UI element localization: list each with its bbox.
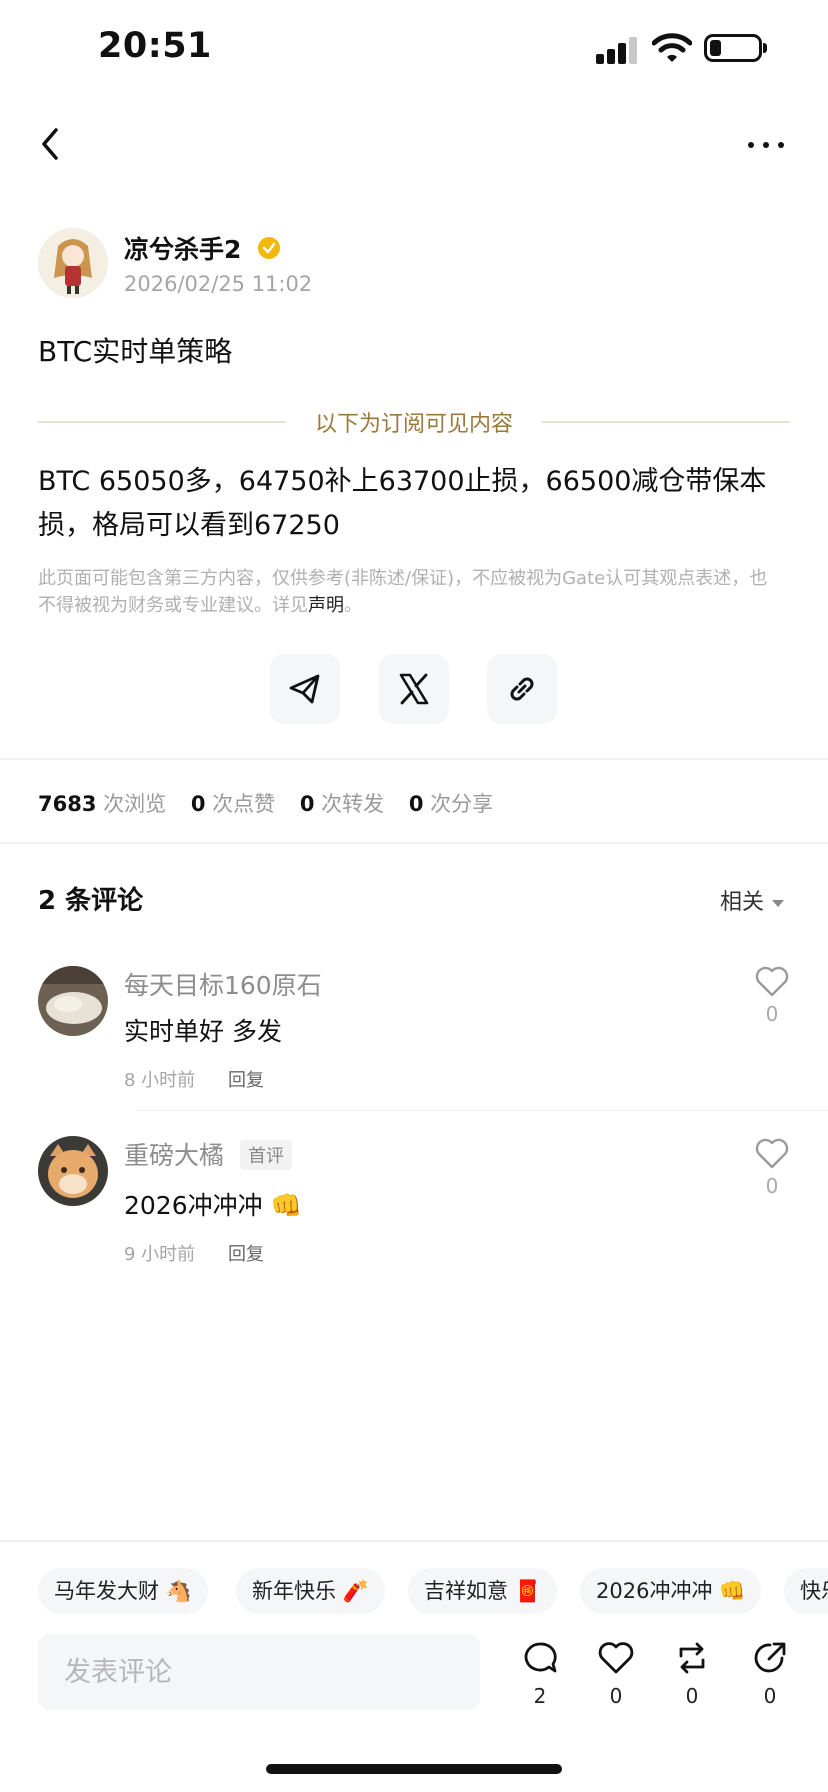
link-icon — [510, 677, 534, 701]
first-comment-badge: 首评 — [240, 1140, 292, 1170]
comment-input[interactable] — [38, 1634, 480, 1710]
author-name[interactable]: 凉兮杀手2 — [124, 230, 241, 266]
heart-icon[interactable] — [754, 964, 790, 998]
post-detail-page: 20:51 凉兮杀手2 2026/02/25 11:02 BTC实时单策略 以下… — [0, 0, 828, 1792]
quick-reply-chip[interactable]: 马年发大财 🐴 — [38, 1568, 208, 1614]
comment-reply-button[interactable]: 回复 — [228, 1240, 264, 1266]
comments-title: 2 条评论 — [38, 886, 144, 916]
author-avatar-image — [38, 228, 108, 298]
shares-label: 次分享 — [430, 792, 494, 816]
comments-sort-dropdown[interactable]: 相关 — [720, 884, 785, 916]
chevron-left-icon — [42, 128, 58, 160]
status-bar: 20:51 — [0, 0, 828, 100]
post-title: BTC实时单策略 — [38, 335, 233, 368]
quick-reply-chip[interactable]: 快乐 — [784, 1568, 828, 1614]
verified-badge-icon — [258, 237, 280, 259]
comment-reply-button[interactable]: 回复 — [228, 1066, 264, 1092]
comment-time: 9 小时前 — [124, 1244, 196, 1265]
disclaimer-link[interactable]: 声明 — [308, 595, 344, 616]
signal-icon — [596, 36, 638, 64]
x-icon — [399, 673, 429, 705]
comment-text: 2026冲冲冲 👊 — [124, 1191, 302, 1220]
status-time: 20:51 — [98, 26, 212, 66]
caret-down-icon — [772, 899, 785, 907]
share-count: 0 — [763, 1684, 777, 1708]
disclaimer-text: 此页面可能包含第三方内容，仅供参考(非陈述/保证)，不应被视为Gate认可其观点… — [38, 568, 768, 616]
likes-count: 0 — [190, 792, 206, 816]
author-avatar[interactable] — [38, 228, 108, 298]
reposts-label: 次转发 — [321, 792, 385, 816]
comment-avatar-image — [38, 1136, 108, 1206]
shares-count: 0 — [408, 792, 424, 816]
comment-like-count: 0 — [765, 1002, 779, 1026]
comment-action-button[interactable]: 2 — [518, 1640, 562, 1714]
comment-time: 8 小时前 — [124, 1070, 196, 1091]
repost-count: 0 — [685, 1684, 699, 1708]
disclaimer-end: 。 — [344, 595, 362, 616]
telegram-icon — [289, 674, 320, 704]
quick-reply-chip[interactable]: 吉祥如意 🧧 — [408, 1568, 557, 1614]
sort-label: 相关 — [720, 890, 765, 915]
comment-count: 2 — [533, 1684, 547, 1708]
comment-separator — [136, 1110, 828, 1111]
comment-text: 实时单好 多发 — [124, 1017, 282, 1046]
share-x-button[interactable] — [379, 654, 449, 724]
heart-icon — [598, 1642, 634, 1674]
comment-author[interactable]: 重磅大橘 — [124, 1136, 224, 1172]
disclaimer: 此页面可能包含第三方内容，仅供参考(非陈述/保证)，不应被视为Gate认可其观点… — [38, 565, 778, 619]
section-separator — [0, 758, 828, 760]
like-action-button[interactable]: 0 — [594, 1640, 638, 1714]
post-body: BTC 65050多，64750补上63700止损，66500减仓带保本损，格局… — [38, 466, 767, 541]
bottom-separator — [0, 1540, 828, 1542]
divider-line-right — [542, 421, 790, 423]
back-button[interactable] — [36, 124, 68, 164]
repost-action-button[interactable]: 0 — [670, 1640, 714, 1714]
likes-label: 次点赞 — [212, 792, 276, 816]
views-label: 次浏览 — [103, 792, 167, 816]
section-separator — [0, 842, 828, 844]
share-link-button[interactable] — [487, 654, 557, 724]
reposts-count: 0 — [299, 792, 315, 816]
comment-avatar[interactable] — [38, 966, 108, 1036]
quick-reply-chip[interactable]: 2026冲冲冲 👊 — [580, 1568, 762, 1614]
battery-tip — [763, 43, 767, 53]
like-count: 0 — [609, 1684, 623, 1708]
post-stats: 7683 次浏览 0 次点赞 0 次转发 0 次分享 — [38, 788, 511, 818]
battery-icon — [704, 34, 762, 62]
more-icon — [748, 142, 754, 148]
home-indicator — [266, 1764, 562, 1774]
more-button[interactable] — [744, 130, 788, 160]
wifi-icon — [652, 33, 692, 62]
comment-author[interactable]: 每天目标160原石 — [124, 966, 322, 1002]
quick-reply-chip[interactable]: 新年快乐 🧨 — [236, 1568, 385, 1614]
share-action-button[interactable]: 0 — [748, 1640, 792, 1714]
heart-icon[interactable] — [754, 1136, 790, 1170]
repost-icon — [679, 1642, 705, 1674]
share-icon — [754, 1642, 786, 1673]
comment-avatar[interactable] — [38, 1136, 108, 1206]
comment-like-count: 0 — [765, 1174, 779, 1198]
views-count: 7683 — [38, 792, 97, 816]
comment-avatar-image — [38, 966, 108, 1036]
post-timestamp: 2026/02/25 11:02 — [124, 272, 313, 296]
share-telegram-button[interactable] — [270, 654, 340, 724]
comment-bubble-icon — [524, 1642, 557, 1673]
